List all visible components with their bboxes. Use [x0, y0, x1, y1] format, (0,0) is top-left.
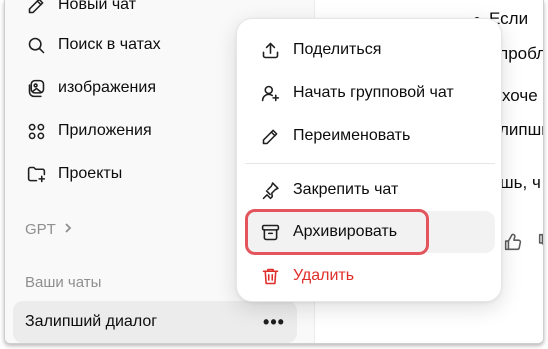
sidebar-item-label: Поиск в чатах: [58, 36, 161, 53]
thumbs-down-icon[interactable]: [536, 231, 543, 253]
folder-plus-icon: [25, 163, 47, 185]
pencil-icon: [259, 125, 281, 147]
apps-icon: [25, 120, 47, 142]
images-icon: [25, 77, 47, 99]
chats-section-label: Ваши чаты: [25, 274, 101, 291]
sidebar-item-label: Приложения: [58, 122, 152, 139]
new-chat-icon: [25, 0, 47, 16]
menu-item-label: Поделиться: [293, 41, 382, 58]
menu-divider: [245, 163, 495, 164]
screenshot-frame: Новый чат Поиск в чатах изображения Прил…: [0, 0, 548, 349]
share-icon: [259, 39, 281, 61]
gpt-section-toggle[interactable]: GPT: [25, 221, 74, 238]
menu-item-group-chat[interactable]: Начать групповой чат: [245, 72, 495, 114]
trash-icon: [259, 265, 281, 287]
menu-item-rename[interactable]: Переименовать: [245, 115, 495, 157]
pin-icon: [259, 179, 281, 201]
menu-item-label: Удалить: [293, 267, 355, 284]
thumbs-up-icon[interactable]: [502, 231, 524, 253]
gpt-label: GPT: [25, 221, 56, 238]
chats-section-title: Ваши чаты: [25, 274, 102, 291]
chat-item-active[interactable]: Залипший диалог •••: [13, 301, 297, 343]
chat-context-menu: Поделиться Начать групповой чат Переимен…: [236, 18, 502, 302]
chat-title: Залипший диалог: [25, 313, 158, 330]
message-text: хоче: [502, 86, 538, 105]
menu-item-share[interactable]: Поделиться: [245, 29, 495, 71]
sidebar-item-label: Новый чат: [58, 0, 137, 13]
search-icon: [25, 34, 47, 56]
annotation-highlight-box: [245, 209, 429, 255]
message-text: шь, ч: [500, 173, 541, 192]
menu-item-pin[interactable]: Закрепить чат: [245, 169, 495, 211]
add-user-icon: [259, 82, 281, 104]
menu-item-label: Переименовать: [293, 127, 411, 144]
message-text: липши: [499, 120, 543, 139]
chevron-right-icon: [62, 221, 74, 238]
sidebar-item-label: Проекты: [58, 165, 123, 182]
more-options-icon[interactable]: •••: [263, 311, 285, 333]
menu-item-label: Закрепить чат: [293, 181, 399, 198]
message-text: пробл: [499, 44, 544, 63]
menu-item-label: Начать групповой чат: [293, 84, 454, 101]
sidebar-item-label: изображения: [58, 79, 156, 96]
menu-item-delete[interactable]: Удалить: [245, 255, 495, 297]
